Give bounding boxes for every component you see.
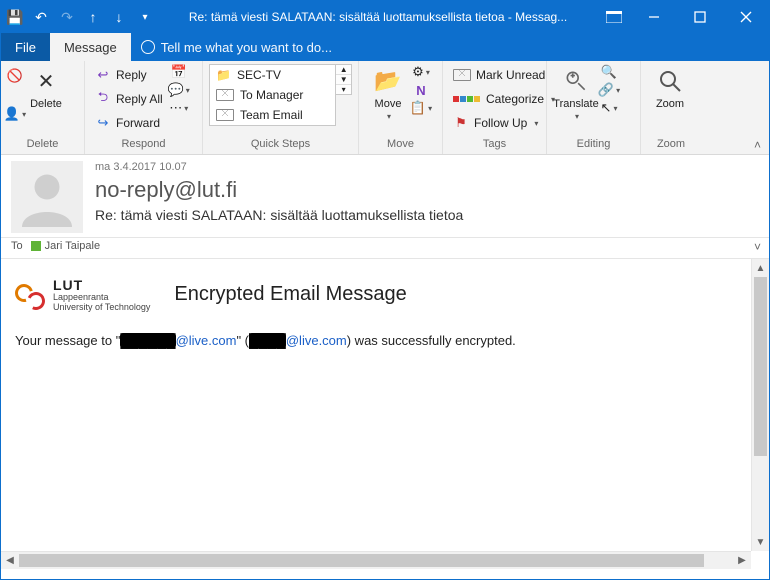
collapse-ribbon-icon[interactable]: ˄	[754, 138, 761, 152]
scroll-down-icon[interactable]: ▼	[752, 533, 769, 551]
reply-all-button[interactable]: ⮌ Reply All	[91, 88, 167, 110]
qat-customize-icon[interactable]: ▾	[137, 9, 153, 25]
group-respond: Respond	[91, 138, 196, 154]
flag-icon: ⚑	[453, 115, 469, 131]
quick-steps-down[interactable]: ▼	[336, 75, 351, 85]
expand-header-icon[interactable]: ˅	[754, 240, 761, 254]
message-subject: Re: tämä viesti SALATAAN: sisältää luott…	[95, 207, 759, 223]
horizontal-scrollbar[interactable]: ◀ ▶	[1, 551, 751, 569]
delete-label: Delete	[30, 98, 62, 110]
translate-icon	[561, 66, 591, 96]
related-icon[interactable]: 🔗▾	[601, 82, 617, 98]
forward-icon: ↪	[95, 115, 111, 131]
categorize-button[interactable]: Categorize▾	[449, 88, 559, 110]
envelope-icon	[216, 109, 234, 121]
email-link[interactable]: @live.com	[176, 333, 237, 348]
translate-button[interactable]: Translate ▾	[553, 64, 599, 121]
body-title: Encrypted Email Message	[174, 283, 406, 306]
sender-avatar	[11, 161, 83, 233]
scroll-up-icon[interactable]: ▲	[752, 259, 769, 277]
ignore-icon[interactable]: 🚫	[7, 68, 23, 84]
lightbulb-icon	[141, 40, 155, 54]
actions-icon[interactable]: 📋▾	[413, 100, 429, 116]
reply-icon: ↩	[95, 67, 111, 83]
onenote-icon[interactable]: N	[413, 82, 429, 98]
junk-icon[interactable]: 👤▾	[7, 106, 23, 122]
maximize-button[interactable]	[677, 1, 723, 33]
find-icon[interactable]: 🔍	[601, 64, 617, 80]
move-button[interactable]: 📂 Move ▾	[365, 64, 411, 121]
group-tags: Tags	[449, 138, 540, 154]
quick-steps-list[interactable]: 📁SEC-TV To Manager Team Email	[209, 64, 336, 126]
envelope-icon	[216, 89, 234, 101]
zoom-button[interactable]: Zoom	[647, 64, 693, 110]
to-label: To	[11, 240, 23, 252]
delete-icon: ✕	[31, 66, 61, 96]
quick-steps-up[interactable]: ▲	[336, 65, 351, 75]
rules-icon[interactable]: ⚙▾	[413, 64, 429, 80]
tell-me-search[interactable]: Tell me what you want to do...	[131, 33, 342, 61]
vertical-scrollbar[interactable]: ▲ ▼	[751, 259, 769, 551]
reply-button[interactable]: ↩ Reply	[91, 64, 167, 86]
undo-icon[interactable]: ↶	[33, 9, 49, 25]
select-icon[interactable]: ↖▾	[601, 100, 617, 116]
folder-icon: 📂	[373, 66, 403, 96]
next-item-icon[interactable]: ↓	[111, 9, 127, 25]
prev-item-icon[interactable]: ↑	[85, 9, 101, 25]
scroll-left-icon[interactable]: ◀	[1, 552, 19, 569]
quick-step-item[interactable]: Team Email	[210, 105, 335, 125]
redo-icon: ↷	[59, 9, 75, 25]
quick-step-item[interactable]: To Manager	[210, 85, 335, 105]
ribbon-display-options-icon[interactable]	[597, 1, 631, 33]
close-button[interactable]	[723, 1, 769, 33]
tell-me-label: Tell me what you want to do...	[161, 40, 332, 55]
scroll-thumb[interactable]	[19, 554, 704, 567]
group-editing: Editing	[553, 138, 634, 154]
categorize-icon	[453, 92, 481, 106]
meeting-icon[interactable]: 📅	[171, 64, 187, 80]
more-respond-icon[interactable]: ⋯▾	[171, 100, 187, 116]
quick-step-item[interactable]: 📁SEC-TV	[210, 65, 335, 85]
scroll-thumb[interactable]	[754, 277, 767, 456]
minimize-button[interactable]	[631, 1, 677, 33]
body-text: Your message to "██████@live.com" (████@…	[15, 333, 737, 348]
envelope-icon	[453, 69, 471, 81]
message-date: ma 3.4.2017 10.07	[95, 161, 759, 173]
message-from: no-reply@lut.fi	[95, 177, 759, 203]
tab-file[interactable]: File	[1, 33, 50, 61]
lut-logo: LUT Lappeenranta University of Technolog…	[15, 277, 150, 313]
forward-button[interactable]: ↪ Forward	[91, 112, 167, 134]
save-icon[interactable]: 💾	[7, 9, 23, 25]
recipient-name: Jari Taipale	[45, 240, 100, 252]
follow-up-button[interactable]: ⚑ Follow Up▾	[449, 112, 559, 134]
mark-unread-button[interactable]: Mark Unread	[449, 64, 559, 86]
group-delete: Delete	[7, 138, 78, 154]
window-title: Re: tämä viesti SALATAAN: sisältää luott…	[159, 10, 597, 24]
scroll-right-icon[interactable]: ▶	[733, 552, 751, 569]
presence-icon	[31, 241, 41, 251]
group-quick-steps: Quick Steps	[209, 138, 352, 154]
message-body: LUT Lappeenranta University of Technolog…	[1, 259, 751, 551]
zoom-icon	[655, 66, 685, 96]
reply-all-icon: ⮌	[95, 91, 111, 107]
im-icon[interactable]: 💬▾	[171, 82, 187, 98]
tab-message[interactable]: Message	[50, 33, 131, 61]
quick-steps-more[interactable]: ▾	[336, 85, 351, 94]
email-link[interactable]: @live.com	[286, 333, 347, 348]
group-move: Move	[365, 138, 436, 154]
delete-button[interactable]: ✕ Delete	[23, 64, 69, 110]
group-zoom: Zoom	[647, 138, 695, 154]
